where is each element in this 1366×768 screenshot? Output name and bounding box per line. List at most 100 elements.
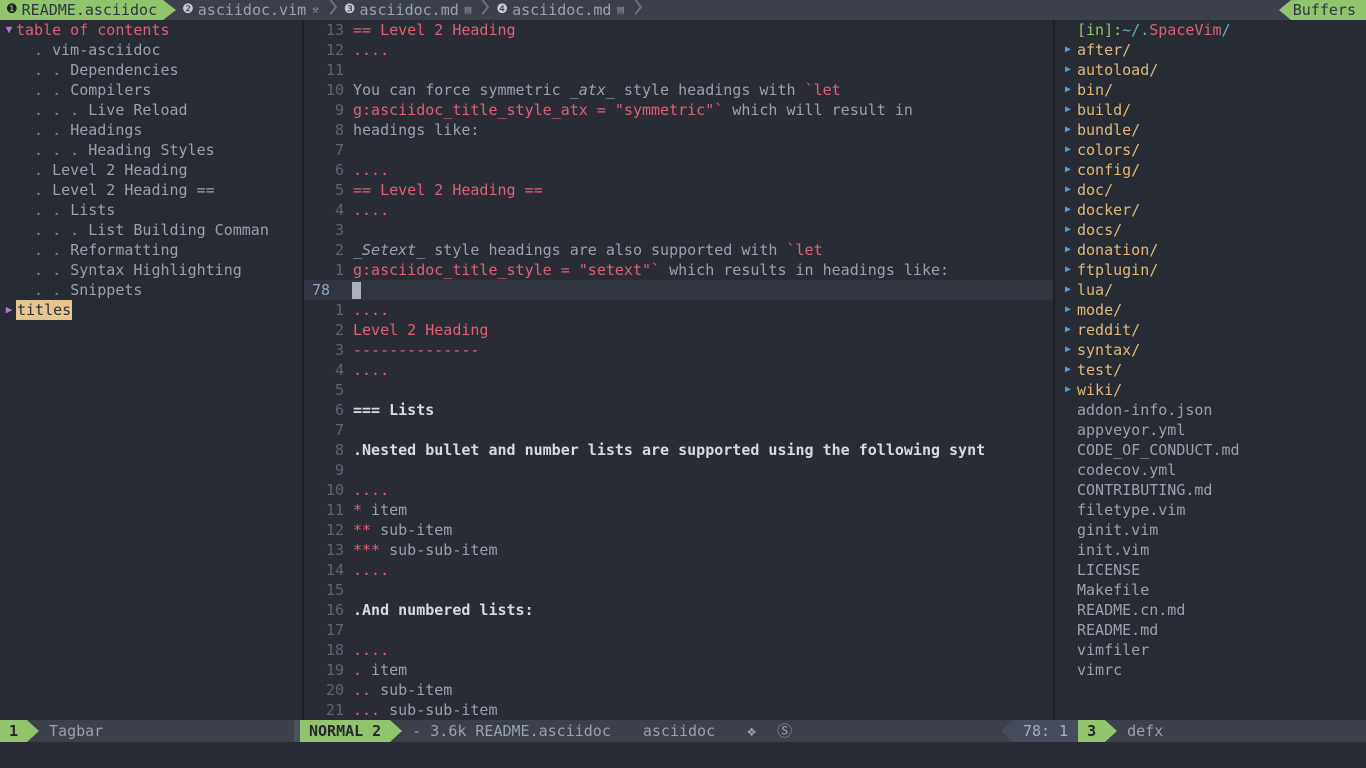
editor-line[interactable]: 2 _Setext_ style headings are also suppor…: [304, 240, 1053, 260]
defx-directory-row[interactable]: ▶ config/: [1055, 160, 1366, 180]
editor-line[interactable]: 13 *** sub-sub-item: [304, 540, 1053, 560]
defx-directory-row[interactable]: ▶ wiki/: [1055, 380, 1366, 400]
tagbar-item[interactable]: . Level 2 Heading ==: [0, 180, 302, 200]
editor-line[interactable]: 8 .Nested bullet and number lists are sup…: [304, 440, 1053, 460]
tagbar-item[interactable]: . vim-asciidoc: [0, 40, 302, 60]
editor-line[interactable]: 19. item: [304, 660, 1053, 680]
buffers-label[interactable]: Buffers: [1290, 0, 1366, 20]
defx-file-row[interactable]: appveyor.yml: [1055, 420, 1366, 440]
tagbar-kind-row[interactable]: ▶ titles: [0, 300, 302, 320]
defx-file-tree[interactable]: [in]: ~/. SpaceVim / ▶ after/▶ autoload/▶ bin…: [1055, 20, 1366, 720]
chevron-right-icon[interactable]: ▶: [1059, 140, 1077, 160]
editor-line[interactable]: 5: [304, 380, 1053, 400]
tagbar-item[interactable]: . . Dependencies: [0, 60, 302, 80]
defx-file-row[interactable]: Makefile: [1055, 580, 1366, 600]
editor-line[interactable]: 3: [304, 220, 1053, 240]
defx-file-row[interactable]: init.vim: [1055, 540, 1366, 560]
tagbar-item[interactable]: . . . Live Reload: [0, 100, 302, 120]
tagbar-item[interactable]: . . Syntax Highlighting: [0, 260, 302, 280]
editor-line[interactable]: 11: [304, 60, 1053, 80]
defx-directory-row[interactable]: ▶ build/: [1055, 100, 1366, 120]
chevron-right-icon[interactable]: ▶: [1059, 200, 1077, 220]
chevron-right-icon[interactable]: ▶: [1059, 320, 1077, 340]
defx-directory-row[interactable]: ▶ lua/: [1055, 280, 1366, 300]
editor-line[interactable]: 1 g:asciidoc_title_style = "setext"` whic…: [304, 260, 1053, 280]
editor-line[interactable]: 10....: [304, 480, 1053, 500]
editor-pane[interactable]: 13 == Level 2 Heading 12.... 11 10 You can fo…: [304, 20, 1053, 720]
defx-file-row[interactable]: codecov.yml: [1055, 460, 1366, 480]
editor-line[interactable]: 6....: [304, 160, 1053, 180]
statusline-mode[interactable]: NORMAL 2: [299, 720, 391, 742]
defx-file-row[interactable]: LICENSE: [1055, 560, 1366, 580]
tagbar-title-row[interactable]: ▼ table of contents: [0, 20, 302, 40]
editor-line[interactable]: 20.. sub-item: [304, 680, 1053, 700]
chevron-right-icon[interactable]: ▶: [1059, 80, 1077, 100]
editor-cursor-line[interactable]: 78: [304, 280, 1053, 300]
defx-directory-row[interactable]: ▶ bundle/: [1055, 120, 1366, 140]
tagbar-item[interactable]: . . Compilers: [0, 80, 302, 100]
editor-line[interactable]: 13 == Level 2 Heading: [304, 20, 1053, 40]
tab-3[interactable]: ❸ asciidoc.md ▤: [338, 0, 478, 20]
editor-line[interactable]: 7: [304, 140, 1053, 160]
editor-line[interactable]: 8 headings like:: [304, 120, 1053, 140]
defx-directory-row[interactable]: ▶ syntax/: [1055, 340, 1366, 360]
editor-line[interactable]: 15: [304, 580, 1053, 600]
editor-line[interactable]: 9 g:asciidoc_title_style_atx = "symmetric…: [304, 100, 1053, 120]
statusline-right-window-number[interactable]: 3: [1078, 720, 1106, 742]
tagbar-item[interactable]: . . Snippets: [0, 280, 302, 300]
chevron-right-icon[interactable]: ▶: [1059, 160, 1077, 180]
editor-line[interactable]: 4....: [304, 360, 1053, 380]
tab-4[interactable]: ❹ asciidoc.md ▤: [490, 0, 630, 20]
tagbar-item[interactable]: . Level 2 Heading: [0, 160, 302, 180]
tagbar-item[interactable]: . . Reformatting: [0, 240, 302, 260]
statusline-filetype[interactable]: asciidoc: [632, 720, 726, 742]
chevron-right-icon[interactable]: ▶: [1059, 60, 1077, 80]
defx-file-row[interactable]: filetype.vim: [1055, 500, 1366, 520]
chevron-right-icon[interactable]: ▶: [1059, 300, 1077, 320]
editor-line[interactable]: 17: [304, 620, 1053, 640]
defx-file-row[interactable]: CONTRIBUTING.md: [1055, 480, 1366, 500]
tagbar-item[interactable]: . . . List Building Comman: [0, 220, 302, 240]
editor-line[interactable]: 21... sub-sub-item: [304, 700, 1053, 720]
editor-line[interactable]: 12 ** sub-item: [304, 520, 1053, 540]
tagbar-item[interactable]: . . . Heading Styles: [0, 140, 302, 160]
defx-directory-row[interactable]: ▶ bin/: [1055, 80, 1366, 100]
chevron-right-icon[interactable]: ▶: [1059, 340, 1077, 360]
editor-line[interactable]: 11 * item: [304, 500, 1053, 520]
chevron-right-icon[interactable]: ▶: [1059, 240, 1077, 260]
editor-line[interactable]: 16 .And numbered lists:: [304, 600, 1053, 620]
defx-directory-row[interactable]: ▶ ftplugin/: [1055, 260, 1366, 280]
defx-directory-row[interactable]: ▶ colors/: [1055, 140, 1366, 160]
tagbar-item[interactable]: . . Lists: [0, 200, 302, 220]
tagbar-panel[interactable]: ▼ table of contents . vim-asciidoc . . De…: [0, 20, 302, 720]
defx-file-row[interactable]: vimrc: [1055, 660, 1366, 680]
chevron-right-icon[interactable]: ▶: [1059, 120, 1077, 140]
defx-directory-row[interactable]: ▶ donation/: [1055, 240, 1366, 260]
editor-line[interactable]: 3 --------------: [304, 340, 1053, 360]
editor-line[interactable]: 4....: [304, 200, 1053, 220]
tab-1[interactable]: ❶ README.asciidoc: [0, 0, 164, 20]
defx-file-row[interactable]: README.md: [1055, 620, 1366, 640]
editor-line[interactable]: 1....: [304, 300, 1053, 320]
editor-line[interactable]: 14....: [304, 560, 1053, 580]
tagbar-item[interactable]: . . Headings: [0, 120, 302, 140]
editor-line[interactable]: 7: [304, 420, 1053, 440]
defx-directory-row[interactable]: ▶ doc/: [1055, 180, 1366, 200]
chevron-right-icon[interactable]: ▶: [1059, 260, 1077, 280]
defx-directory-row[interactable]: ▶ test/: [1055, 360, 1366, 380]
chevron-right-icon[interactable]: ▶: [1059, 280, 1077, 300]
chevron-right-icon[interactable]: ▶: [1059, 360, 1077, 380]
editor-line[interactable]: 10 You can force symmetric _atx_ style he…: [304, 80, 1053, 100]
defx-directory-row[interactable]: ▶ docker/: [1055, 200, 1366, 220]
defx-file-row[interactable]: CODE_OF_CONDUCT.md: [1055, 440, 1366, 460]
defx-directory-row[interactable]: ▶ mode/: [1055, 300, 1366, 320]
defx-directory-row[interactable]: ▶ docs/: [1055, 220, 1366, 240]
chevron-right-icon[interactable]: ▶: [2, 300, 16, 320]
tab-2[interactable]: ❷ asciidoc.vim ⚒: [176, 0, 325, 20]
editor-line[interactable]: 6 === Lists: [304, 400, 1053, 420]
editor-line[interactable]: 2 Level 2 Heading: [304, 320, 1053, 340]
chevron-right-icon[interactable]: ▶: [1059, 100, 1077, 120]
defx-file-row[interactable]: README.cn.md: [1055, 600, 1366, 620]
chevron-right-icon[interactable]: ▶: [1059, 40, 1077, 60]
editor-line[interactable]: 9: [304, 460, 1053, 480]
